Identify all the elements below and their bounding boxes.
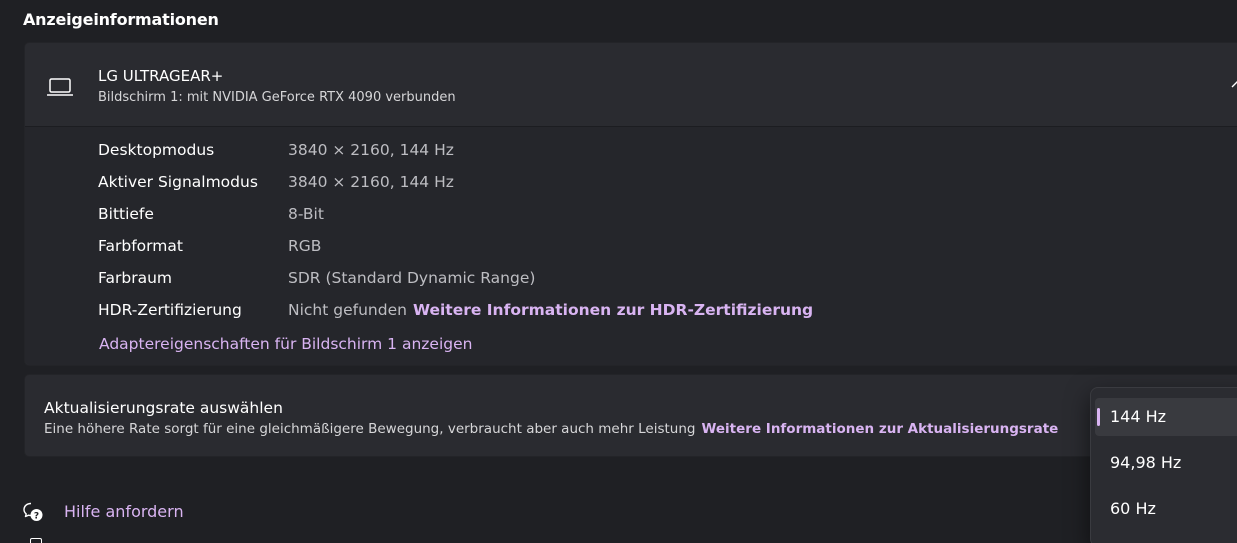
feedback-icon[interactable]: [30, 538, 42, 543]
refresh-rate-card: Aktualisierungsrate auswählen Eine höher…: [24, 374, 1237, 457]
info-value: Nicht gefunden: [288, 301, 407, 319]
info-value: RGB: [288, 237, 322, 255]
selected-indicator: [1097, 408, 1100, 426]
refresh-option-94-98[interactable]: 94,98 Hz: [1095, 444, 1237, 482]
chevron-up-icon[interactable]: [1231, 79, 1237, 89]
info-value: SDR (Standard Dynamic Range): [288, 269, 536, 287]
refresh-rate-description-text: Eine höhere Rate sorgt für eine gleichmä…: [44, 421, 696, 437]
refresh-rate-dropdown[interactable]: 144 Hz 94,98 Hz 60 Hz: [1090, 387, 1237, 543]
help-label: Hilfe anfordern: [64, 502, 184, 521]
option-label: 94,98 Hz: [1110, 453, 1182, 472]
refresh-rate-description: Eine höhere Rate sorgt für eine gleichmä…: [44, 421, 1058, 437]
info-value: 8-Bit: [288, 205, 324, 223]
display-name: LG ULTRAGEAR+: [98, 67, 224, 85]
info-value: 3840 × 2160, 144 Hz: [288, 173, 454, 191]
option-label: 60 Hz: [1110, 499, 1156, 518]
display-connection-subtitle: Bildschirm 1: mit NVIDIA GeForce RTX 409…: [98, 90, 456, 105]
adapter-properties-link[interactable]: Adaptereigenschaften für Bildschirm 1 an…: [99, 335, 472, 353]
help-chat-icon: ?: [23, 502, 43, 521]
info-label: Desktopmodus: [98, 141, 215, 159]
section-heading: Anzeigeinformationen: [23, 10, 219, 29]
refresh-option-144[interactable]: 144 Hz: [1095, 398, 1237, 436]
display-details: Desktopmodus 3840 × 2160, 144 Hz Aktiver…: [25, 127, 1237, 365]
info-label: HDR-Zertifizierung: [98, 301, 242, 319]
info-label: Bittiefe: [98, 205, 154, 223]
option-label: 144 Hz: [1110, 407, 1167, 426]
svg-text:?: ?: [34, 511, 39, 521]
info-value-with-link: Nicht gefunden Weitere Informationen zur …: [288, 301, 813, 319]
info-label: Farbraum: [98, 269, 172, 287]
refresh-rate-info-link[interactable]: Weitere Informationen zur Aktualisierung…: [701, 421, 1058, 437]
info-label: Farbformat: [98, 237, 183, 255]
display-info-card: LG ULTRAGEAR+ Bildschirm 1: mit NVIDIA G…: [24, 42, 1237, 366]
display-header[interactable]: LG ULTRAGEAR+ Bildschirm 1: mit NVIDIA G…: [25, 43, 1237, 127]
info-label: Aktiver Signalmodus: [98, 173, 258, 191]
info-value: 3840 × 2160, 144 Hz: [288, 141, 454, 159]
refresh-option-60[interactable]: 60 Hz: [1095, 490, 1237, 528]
hdr-info-link[interactable]: Weitere Informationen zur HDR-Zertifizie…: [413, 301, 813, 319]
refresh-rate-title: Aktualisierungsrate auswählen: [44, 399, 283, 417]
laptop-icon: [47, 78, 73, 96]
